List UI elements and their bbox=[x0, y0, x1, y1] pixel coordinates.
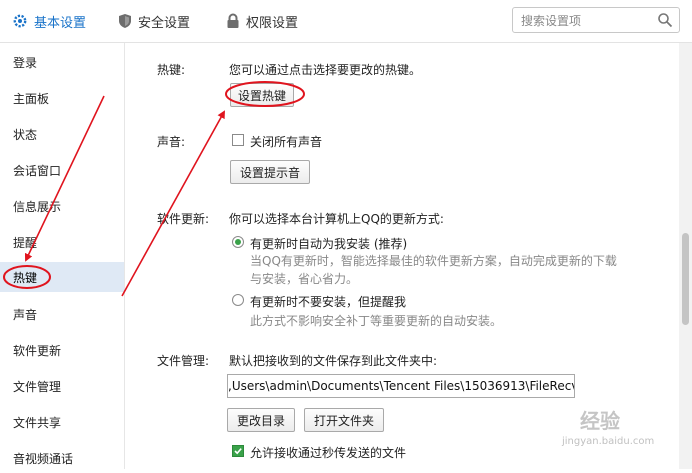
auto-install-radio[interactable] bbox=[232, 236, 244, 248]
sidebar-item-hotkey[interactable]: 热键 bbox=[0, 262, 124, 292]
watermark-url: jingyan.baidu.com bbox=[562, 436, 655, 447]
sidebar-item-label: 声音 bbox=[13, 307, 38, 322]
open-folder-button[interactable]: 打开文件夹 bbox=[304, 408, 384, 432]
update-description: 你可以选择本台计算机上QQ的更新方式: bbox=[229, 212, 444, 226]
files-section-label: 文件管理: bbox=[157, 354, 210, 368]
change-directory-button[interactable]: 更改目录 bbox=[227, 408, 295, 432]
notify-only-desc: 此方式不影响安全补丁等重要更新的自动安装。 bbox=[250, 314, 503, 328]
sidebar-item-label: 状态 bbox=[13, 127, 38, 142]
search-box[interactable] bbox=[512, 7, 680, 33]
watermark-text: 经验 bbox=[580, 409, 620, 433]
sidebar-item-sound[interactable]: 声音 bbox=[0, 299, 124, 329]
scrollbar[interactable] bbox=[679, 43, 692, 469]
sidebar-item-login[interactable]: 登录 bbox=[0, 47, 124, 77]
sidebar-item-label: 信息展示 bbox=[13, 199, 62, 214]
shield-icon bbox=[118, 13, 132, 29]
download-path-text: ,Users\admin\Documents\Tencent Files\150… bbox=[228, 379, 575, 393]
tab-security-settings[interactable]: 安全设置 bbox=[118, 0, 190, 42]
sidebar-item-label: 登录 bbox=[13, 55, 38, 70]
allow-fast-transfer-checkbox[interactable] bbox=[232, 445, 244, 457]
sidebar-item-label: 文件共享 bbox=[13, 415, 62, 430]
sidebar-item-label: 软件更新 bbox=[13, 343, 62, 358]
search-icon[interactable] bbox=[657, 12, 673, 31]
lock-icon bbox=[226, 13, 240, 29]
sidebar-item-label: 文件管理 bbox=[13, 379, 62, 394]
notify-only-label: 有更新时不要安装，但提醒我 bbox=[250, 295, 407, 309]
auto-install-desc-line2: 与安装，省心省力。 bbox=[250, 272, 359, 286]
hotkey-description: 您可以通过点击选择要更改的热键。 bbox=[229, 63, 422, 77]
sidebar-item-label: 音视频通话 bbox=[13, 451, 74, 466]
tab-label: 安全设置 bbox=[138, 15, 191, 31]
sidebar-item-software-update[interactable]: 软件更新 bbox=[0, 335, 124, 365]
auto-install-desc-line1: 当QQ有更新时，智能选择最佳的软件更新方案，自动完成更新的下载 bbox=[250, 254, 617, 268]
sidebar-item-label: 热键 bbox=[13, 270, 38, 285]
tab-basic-settings[interactable]: 基本设置 bbox=[12, 0, 86, 42]
top-tab-bar: 基本设置 安全设置 权限设置 bbox=[0, 0, 692, 43]
update-section-label: 软件更新: bbox=[157, 212, 210, 226]
allow-fast-transfer-label: 允许接收通过秒传发送的文件 bbox=[250, 446, 407, 460]
search-input[interactable] bbox=[519, 11, 653, 31]
set-notification-sound-button[interactable]: 设置提示音 bbox=[230, 160, 310, 184]
sound-section-label: 声音: bbox=[157, 135, 186, 149]
download-path-field[interactable]: ,Users\admin\Documents\Tencent Files\150… bbox=[227, 374, 575, 398]
sidebar-item-label: 会话窗口 bbox=[13, 163, 62, 178]
auto-install-label: 有更新时自动为我安装 (推荐) bbox=[250, 237, 408, 251]
files-description: 默认把接收到的文件保存到此文件夹中: bbox=[229, 354, 438, 368]
tab-label: 权限设置 bbox=[246, 15, 299, 31]
sidebar-item-main-panel[interactable]: 主面板 bbox=[0, 83, 124, 113]
tab-label: 基本设置 bbox=[34, 15, 87, 31]
sidebar-item-chat-window[interactable]: 会话窗口 bbox=[0, 155, 124, 185]
set-hotkey-button[interactable]: 设置热键 bbox=[230, 83, 294, 107]
checkmark-icon bbox=[234, 448, 242, 455]
mute-all-checkbox[interactable] bbox=[232, 134, 244, 146]
sidebar: 登录 主面板 状态 会话窗口 信息展示 提醒 热键 声音 软件更新 文件管理 文… bbox=[0, 43, 125, 469]
tab-permission-settings[interactable]: 权限设置 bbox=[226, 0, 298, 42]
sidebar-item-status[interactable]: 状态 bbox=[0, 119, 124, 149]
sidebar-item-reminder[interactable]: 提醒 bbox=[0, 227, 124, 257]
sidebar-item-file-management[interactable]: 文件管理 bbox=[0, 371, 124, 401]
notify-only-radio[interactable] bbox=[232, 294, 244, 306]
gear-icon bbox=[12, 13, 28, 29]
hotkey-section-label: 热键: bbox=[157, 63, 186, 77]
sidebar-item-info-display[interactable]: 信息展示 bbox=[0, 191, 124, 221]
sidebar-item-label: 提醒 bbox=[13, 235, 38, 250]
sidebar-item-file-sharing[interactable]: 文件共享 bbox=[0, 407, 124, 437]
mute-all-label: 关闭所有声音 bbox=[250, 135, 323, 149]
scrollbar-thumb[interactable] bbox=[682, 233, 689, 325]
sidebar-item-label: 主面板 bbox=[13, 91, 50, 106]
